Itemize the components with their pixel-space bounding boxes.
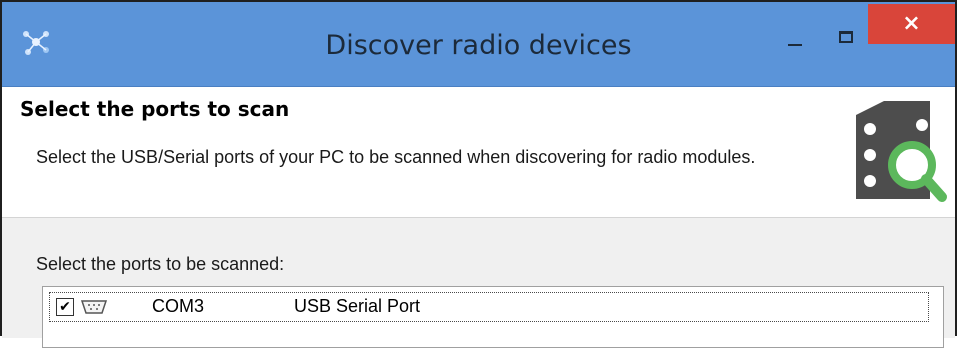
radio-module-search-icon [856,101,947,202]
header-description: Select the USB/Serial ports of your PC t… [36,147,756,167]
header-title: Select the ports to scan [20,97,290,121]
title-bar[interactable]: Discover radio devices × [2,2,955,87]
list-item[interactable]: ✔ COM3 USB Serial Port [49,292,929,322]
wizard-header: Select the ports to scan Select the USB/… [2,87,955,218]
minimize-button[interactable] [774,22,814,58]
ports-label: Select the ports to be scanned: [36,254,285,274]
port-name: COM3 [152,296,205,316]
ports-list[interactable]: ✔ COM3 USB Serial Port [42,286,944,348]
maximize-button[interactable] [826,22,866,58]
port-description: USB Serial Port [294,296,421,316]
discover-dialog: Discover radio devices × Select the port… [0,0,957,348]
close-button[interactable]: × [868,4,955,44]
port-checkbox[interactable]: ✔ [56,298,74,316]
serial-port-icon [80,300,108,314]
content-area: Select the ports to be scanned: ✔ COM3 U… [2,218,955,348]
